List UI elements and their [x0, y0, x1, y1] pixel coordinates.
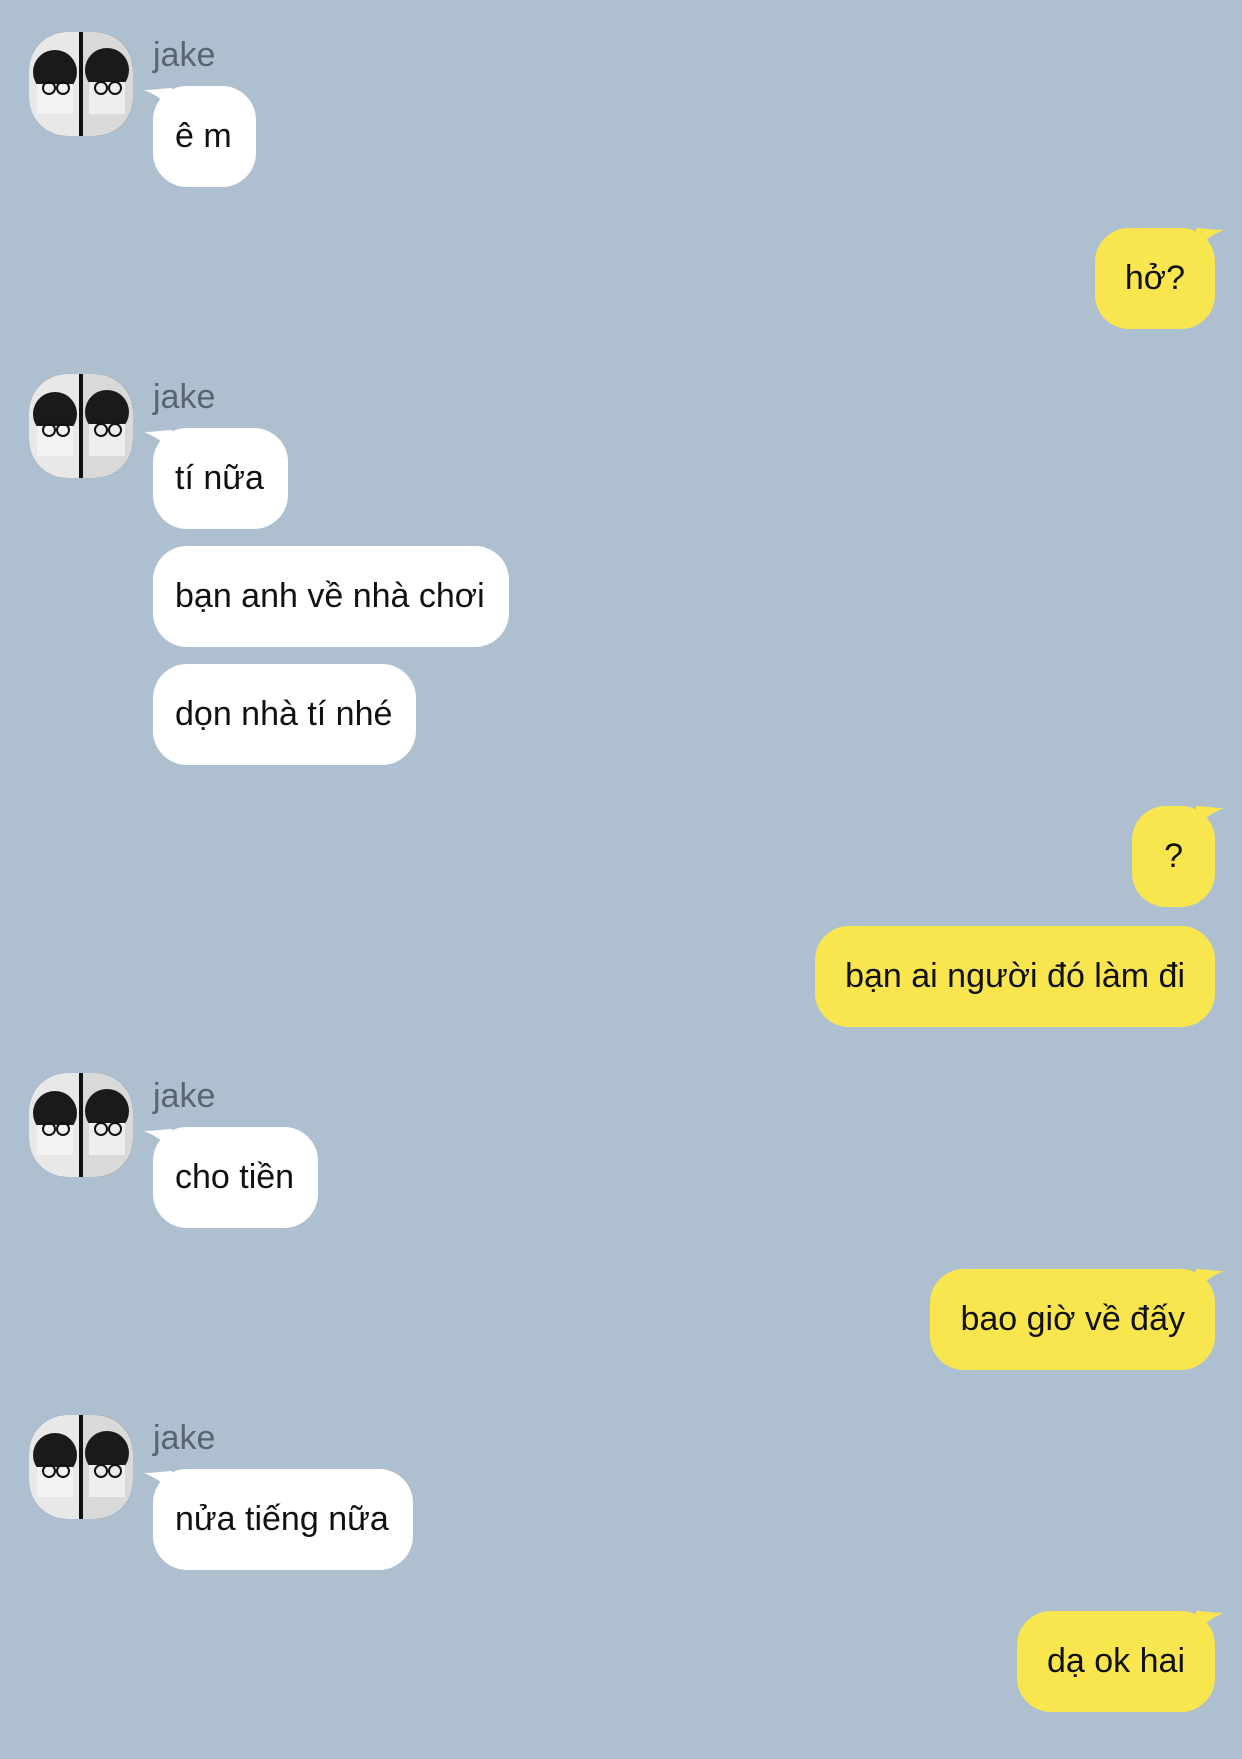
incoming-message[interactable]: nửa tiếng nữa — [153, 1469, 413, 1570]
outgoing-message[interactable]: ? — [1132, 806, 1215, 907]
profile-photo-icon — [29, 374, 133, 478]
incoming-message[interactable]: tí nữa — [153, 428, 288, 529]
incoming-message[interactable]: cho tiền — [153, 1127, 319, 1228]
avatar[interactable] — [29, 374, 133, 478]
sender-name: jake — [153, 1077, 216, 1115]
outgoing-message[interactable]: bạn ai người đó làm đi — [815, 926, 1215, 1027]
avatar[interactable] — [29, 32, 133, 136]
incoming-message[interactable]: bạn anh về nhà chơi — [153, 546, 509, 647]
sender-name: jake — [153, 378, 216, 416]
sender-name: jake — [153, 1419, 216, 1457]
sender-name: jake — [153, 36, 216, 74]
outgoing-message[interactable]: hở? — [1094, 228, 1215, 329]
profile-photo-icon — [29, 1073, 133, 1177]
outgoing-message[interactable]: dạ ok hai — [1017, 1611, 1215, 1712]
outgoing-message[interactable]: bao giờ về đấy — [930, 1269, 1215, 1370]
profile-photo-icon — [29, 32, 133, 136]
incoming-message[interactable]: ê m — [153, 86, 256, 187]
profile-photo-icon — [29, 1415, 133, 1519]
avatar[interactable] — [29, 1415, 133, 1519]
avatar[interactable] — [29, 1073, 133, 1177]
incoming-message[interactable]: dọn nhà tí nhé — [153, 664, 417, 765]
chat-thread: jake ê m hở? jake tí nữa bạn anh về nhà … — [0, 0, 1242, 1759]
